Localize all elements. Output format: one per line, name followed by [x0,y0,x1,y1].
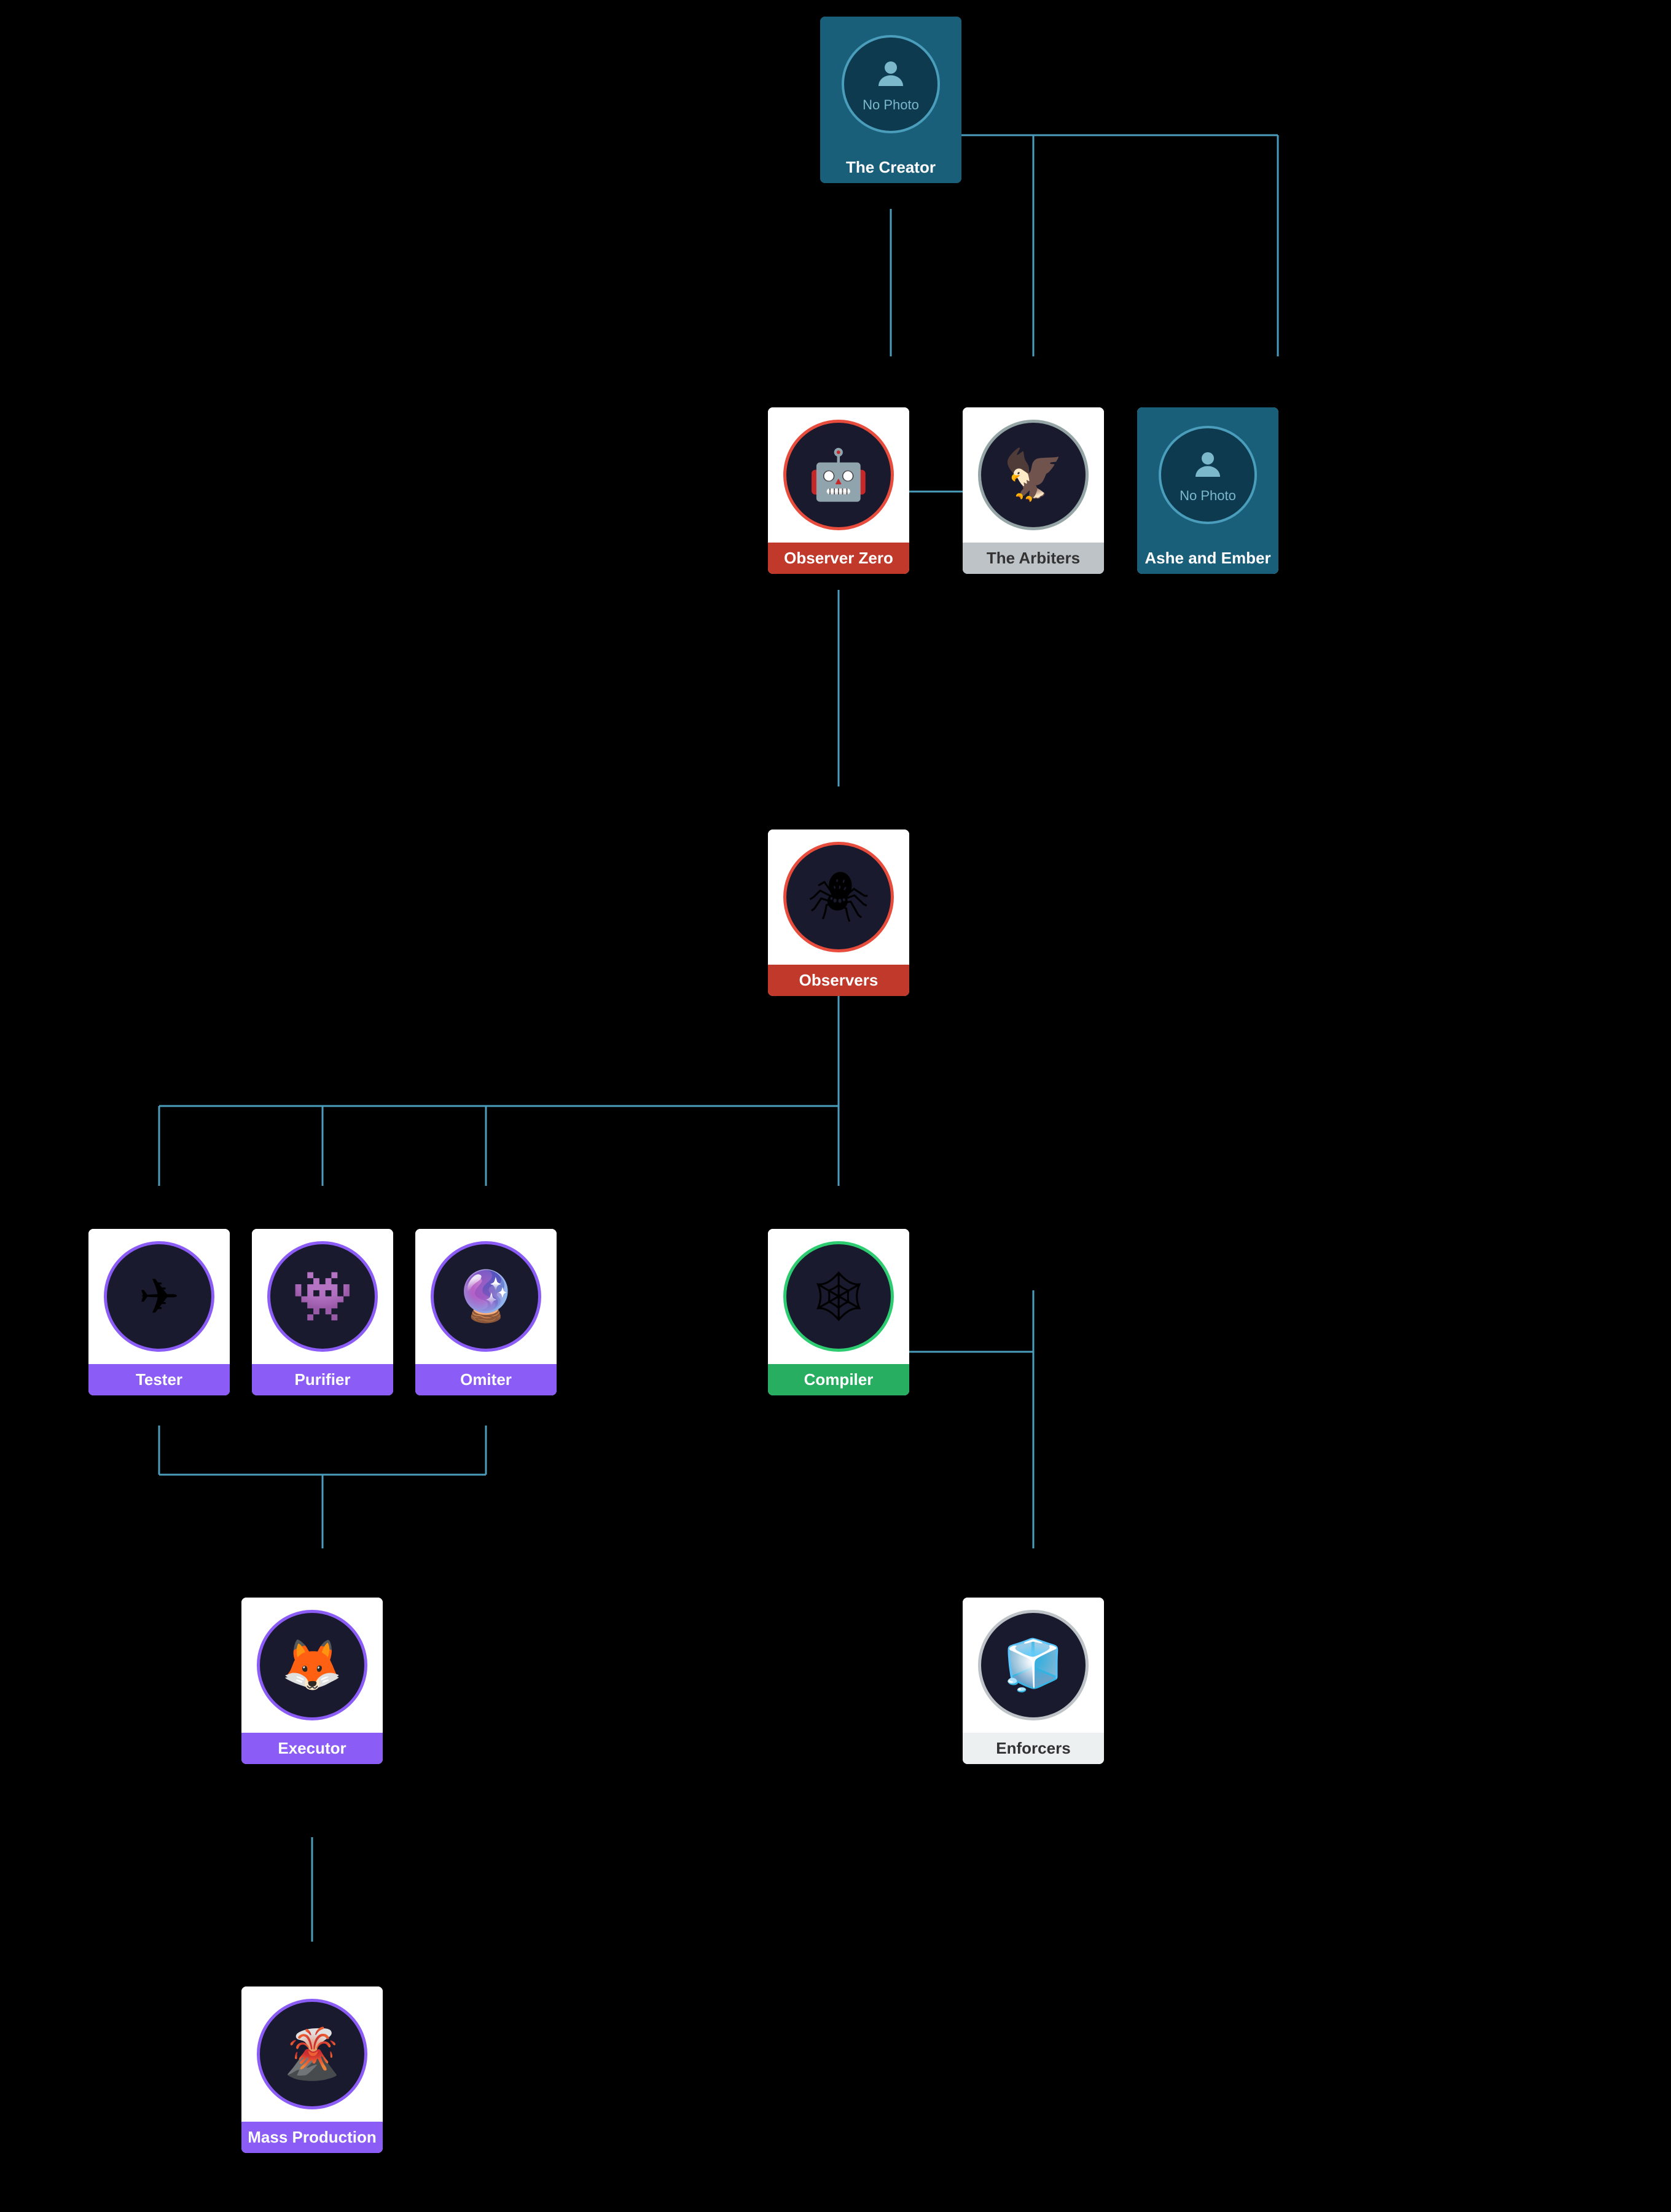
arbiters-image: 🦅 [963,407,1104,543]
arbiters-label: The Arbiters [963,543,1104,574]
executor-node: 🦊 Executor [241,1598,383,1764]
omiter-image: 🔮 [415,1229,557,1364]
executor-art: 🦊 [281,1636,343,1694]
ashe-ember-label: Ashe and Ember [1137,543,1278,574]
ashe-ember-image: No Photo [1137,407,1278,543]
observers-art: 🕷 [807,868,870,926]
tester-art: ✈ [138,1268,179,1325]
compiler-art: 🕸 [807,1268,870,1325]
creator-label: The Creator [820,152,961,183]
tester-image: ✈ [88,1229,230,1364]
observer-zero-art: 🤖 [808,446,869,504]
purifier-art: 👾 [292,1268,353,1325]
mass-production-image: 🌋 [241,1986,383,2122]
mass-production-avatar: 🌋 [257,1999,367,2109]
observer-zero-image: 🤖 [768,407,909,543]
omiter-avatar: 🔮 [431,1241,541,1352]
omiter-art: 🔮 [455,1268,517,1325]
observer-zero-label: Observer Zero [768,543,909,574]
creator-node: No Photo The Creator [820,17,961,183]
observer-zero-avatar: 🤖 [783,420,894,530]
creator-image: No Photo [820,17,961,152]
tester-node: ✈ Tester [88,1229,230,1395]
observers-label: Observers [768,965,909,996]
compiler-image: 🕸 [768,1229,909,1364]
ashe-ember-avatar: No Photo [1159,426,1257,524]
tester-label: Tester [88,1364,230,1395]
enforcers-image: 🧊 [963,1598,1104,1733]
enforcers-avatar: 🧊 [978,1610,1089,1720]
omiter-node: 🔮 Omiter [415,1229,557,1395]
compiler-node: 🕸 Compiler [768,1229,909,1395]
ashe-person-icon [1189,446,1226,483]
creator-avatar: No Photo [842,35,940,133]
connection-lines [0,0,1671,2212]
person-icon [872,55,909,92]
observers-image: 🕷 [768,830,909,965]
arbiters-node: 🦅 The Arbiters [963,407,1104,574]
creator-nophoto-label: No Photo [863,97,919,113]
compiler-avatar: 🕸 [783,1241,894,1352]
observers-node: 🕷 Observers [768,830,909,996]
executor-label: Executor [241,1733,383,1764]
enforcers-art: 🧊 [1003,1636,1064,1694]
executor-avatar: 🦊 [257,1610,367,1720]
arbiters-avatar: 🦅 [978,420,1089,530]
executor-image: 🦊 [241,1598,383,1733]
compiler-label: Compiler [768,1364,909,1395]
enforcers-label: Enforcers [963,1733,1104,1764]
mass-production-node: 🌋 Mass Production [241,1986,383,2153]
purifier-image: 👾 [252,1229,393,1364]
purifier-node: 👾 Purifier [252,1229,393,1395]
ashe-nophoto-label: No Photo [1180,488,1236,504]
observers-avatar: 🕷 [783,842,894,952]
observer-zero-node: 🤖 Observer Zero [768,407,909,574]
mass-production-label: Mass Production [241,2122,383,2153]
ashe-ember-node: No Photo Ashe and Ember [1137,407,1278,574]
purifier-avatar: 👾 [267,1241,378,1352]
purifier-label: Purifier [252,1364,393,1395]
enforcers-node: 🧊 Enforcers [963,1598,1104,1764]
tester-avatar: ✈ [104,1241,214,1352]
arbiters-art: 🦅 [1003,446,1064,504]
omiter-label: Omiter [415,1364,557,1395]
mass-production-art: 🌋 [281,2025,343,2083]
